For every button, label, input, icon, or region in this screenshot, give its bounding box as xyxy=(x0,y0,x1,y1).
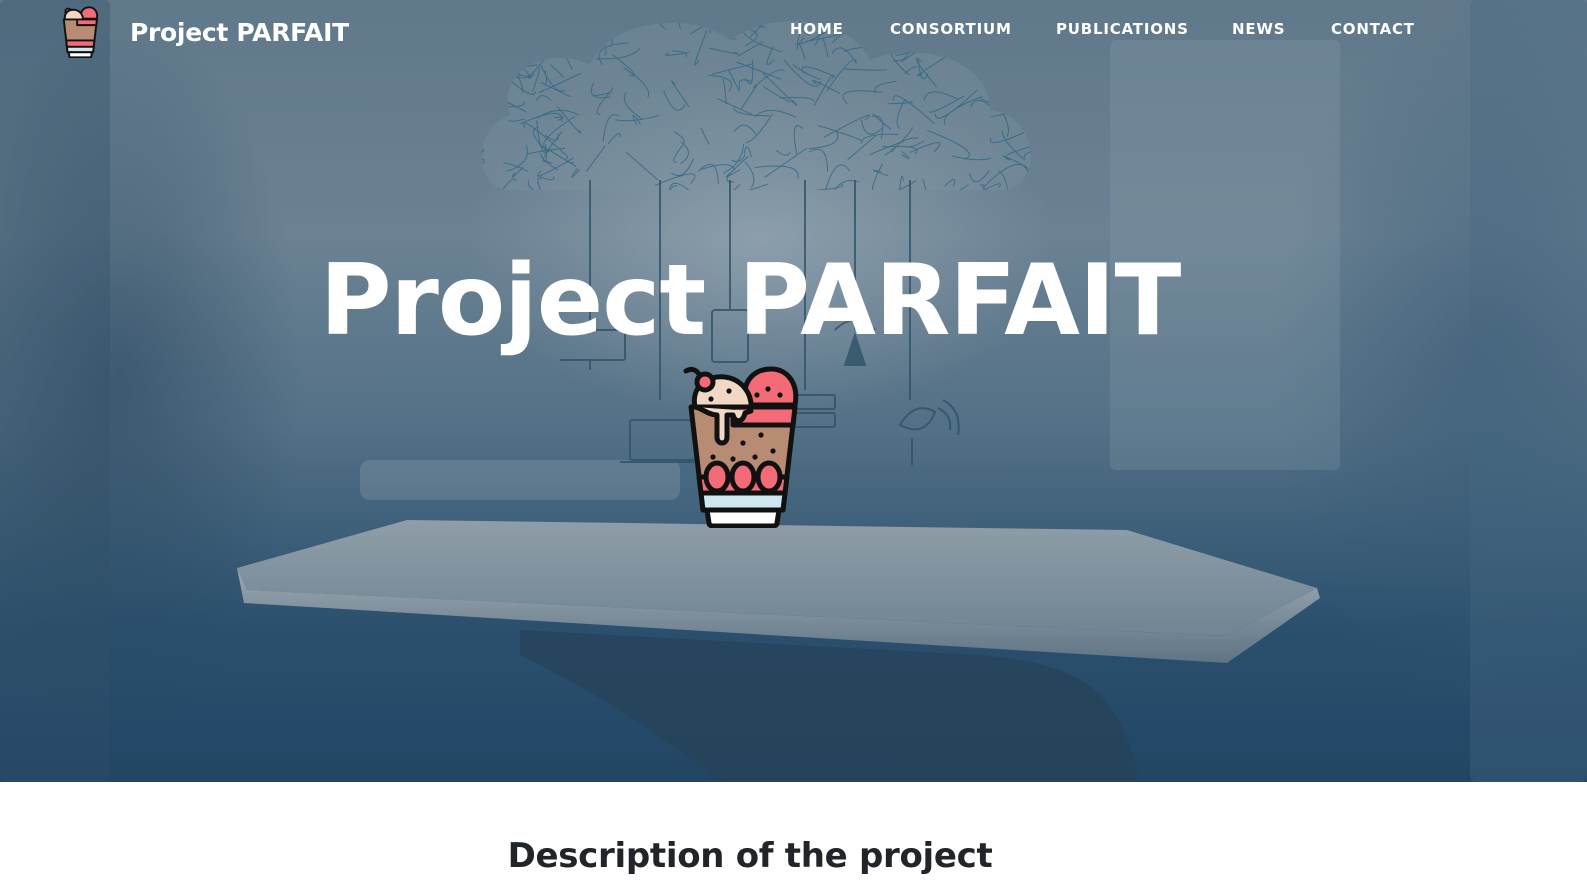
top-navbar: Project PARFAIT HOME CONSORTIUM PUBLICAT… xyxy=(0,0,1587,64)
section-title-description: Description of the project xyxy=(507,836,993,876)
nav-link-contact[interactable]: CONTACT xyxy=(1331,20,1415,38)
brand-link[interactable]: Project PARFAIT xyxy=(60,6,349,58)
parfait-icon xyxy=(683,366,799,528)
parfait-icon xyxy=(62,6,99,58)
nav-link-news[interactable]: NEWS xyxy=(1232,20,1285,38)
nav-item-home: HOME xyxy=(790,20,844,38)
nav-item-consortium: CONSORTIUM xyxy=(890,20,1012,38)
nav-item-contact: CONTACT xyxy=(1331,20,1415,38)
nav-link-consortium[interactable]: CONSORTIUM xyxy=(890,20,1012,38)
nav-link-home[interactable]: HOME xyxy=(790,20,844,38)
brand-title: Project PARFAIT xyxy=(130,17,349,47)
hero-section: Project PARFAIT xyxy=(0,0,1587,782)
hero-title: Project PARFAIT xyxy=(319,244,1182,358)
nav-link-publications[interactable]: PUBLICATIONS xyxy=(1056,20,1189,38)
nav-item-publications: PUBLICATIONS xyxy=(1056,20,1189,38)
nav-item-news: NEWS xyxy=(1232,20,1285,38)
